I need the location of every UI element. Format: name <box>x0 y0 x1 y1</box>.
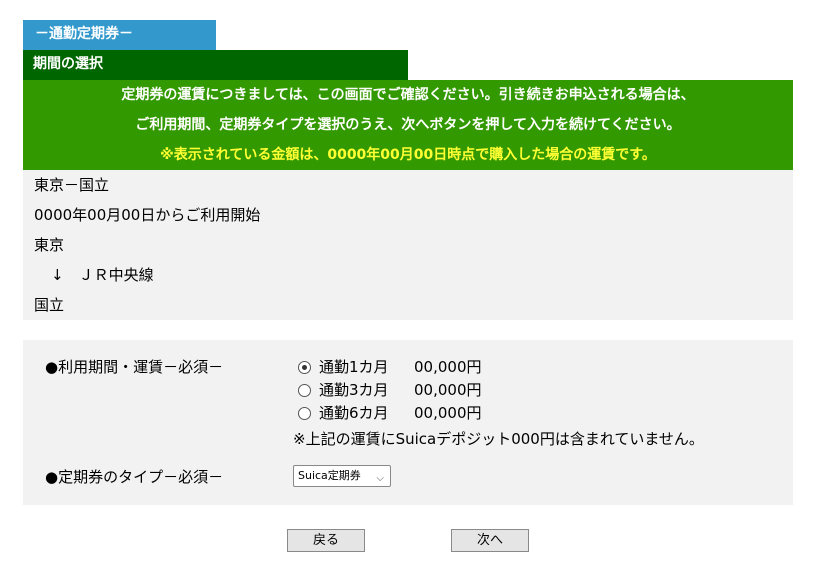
route-panel: 東京－国立 0000年00月00日からご利用開始 東京 ↓ ＪＲ中央線 国立 <box>23 170 793 320</box>
page-tab-title: －通勤定期券－ <box>23 20 216 50</box>
notice-panel: 定期券の運賃につきましては、この画面でご確認ください。引き続きお申込される場合は… <box>23 80 793 170</box>
notice-warning: ※表示されている金額は、0000年00月00日時点で購入した場合の運賃です。 <box>160 147 656 163</box>
period-option-6month[interactable]: 通勤6カ月 00,000円 <box>298 401 482 425</box>
radio-checked-icon[interactable] <box>298 360 311 374</box>
period-option-label: 通勤3カ月 <box>319 381 389 399</box>
period-option-label: 通勤1カ月 <box>319 358 389 376</box>
radio-unchecked-icon[interactable] <box>298 383 311 397</box>
notice-line-1: 定期券の運賃につきましては、この画面でご確認ください。引き続きお申込される場合は… <box>121 87 695 103</box>
period-option-3month[interactable]: 通勤3カ月 00,000円 <box>298 378 482 402</box>
back-button[interactable]: 戻る <box>287 529 365 552</box>
period-option-price: 00,000円 <box>414 404 482 422</box>
form-panel: ●利用期間・運賃－必須－ 通勤1カ月 00,000円 通勤3カ月 00,000円… <box>23 340 793 505</box>
period-option-label: 通勤6カ月 <box>319 404 389 422</box>
route-start-date: 0000年00月00日からご利用開始 <box>34 206 261 224</box>
section-title: 期間の選択 <box>23 50 408 80</box>
next-button[interactable]: 次へ <box>451 529 529 552</box>
deposit-note: ※上記の運賃にSuicaデポジット000円は含まれていません。 <box>293 430 704 448</box>
pass-type-label: ●定期券のタイプ－必須－ <box>45 468 224 486</box>
route-section-name: 東京－国立 <box>34 176 110 194</box>
radio-unchecked-icon[interactable] <box>298 406 311 420</box>
pass-type-select[interactable]: Suica定期券 ⌵ <box>293 465 391 487</box>
notice-line-2: ご利用期間、定期券タイプを選択のうえ、次へボタンを押して入力を続けてください。 <box>135 117 681 133</box>
period-option-price: 00,000円 <box>414 358 482 376</box>
period-label: ●利用期間・運賃－必須－ <box>45 358 224 376</box>
period-option-price: 00,000円 <box>414 381 482 399</box>
route-via-line: ↓ ＪＲ中央線 <box>51 266 154 284</box>
chevron-down-icon: ⌵ <box>376 473 384 484</box>
route-from-station: 東京 <box>34 236 65 254</box>
pass-type-value: Suica定期券 <box>298 469 361 482</box>
route-to-station: 国立 <box>34 296 65 314</box>
period-option-1month[interactable]: 通勤1カ月 00,000円 <box>298 355 482 379</box>
